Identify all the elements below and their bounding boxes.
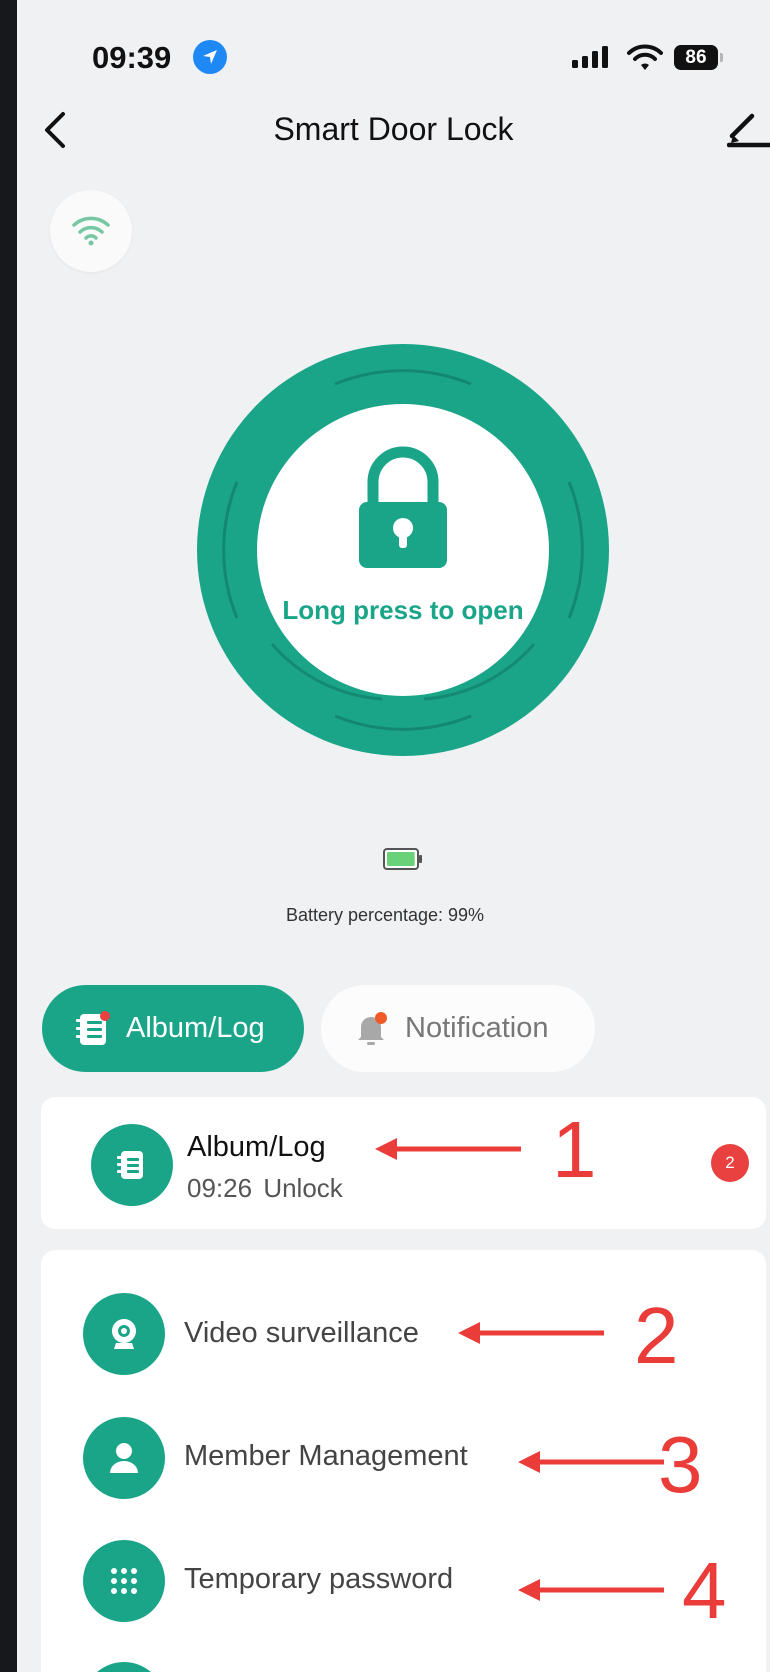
page-title: Smart Door Lock	[273, 111, 514, 147]
tab-album-log[interactable]: Album/Log	[42, 985, 304, 1072]
annotation-number-2: 2	[634, 1291, 679, 1380]
battery-icon	[383, 848, 422, 870]
annotation-arrow-3	[518, 1451, 664, 1473]
log-card-title: Album/Log	[187, 1131, 326, 1163]
wifi-icon	[72, 216, 110, 246]
annotation-number-3: 3	[658, 1420, 703, 1509]
wifi-icon	[627, 44, 663, 70]
menu-item-icon	[83, 1662, 165, 1672]
connection-status[interactable]	[50, 190, 132, 272]
person-icon	[83, 1417, 165, 1499]
keypad-icon	[83, 1540, 165, 1622]
log-list-icon	[76, 1010, 110, 1045]
tab-notification-label: Notification	[405, 1012, 549, 1044]
annotation-number-1: 1	[552, 1105, 597, 1194]
annotation-arrow-4	[518, 1579, 664, 1601]
menu-item-label: Temporary password	[184, 1563, 454, 1595]
unread-count-badge: 2	[711, 1144, 749, 1182]
menu-item-label: Video surveillance	[184, 1317, 419, 1349]
edit-button[interactable]	[727, 108, 770, 152]
menu-item-label: Member Management	[184, 1440, 468, 1472]
bell-icon	[358, 1011, 387, 1045]
log-time: 09:26	[187, 1173, 253, 1203]
location-arrow-icon	[193, 40, 227, 74]
log-card-subtitle: 09:26 Unlock	[187, 1173, 343, 1204]
log-list-icon	[91, 1124, 173, 1206]
lock-label: Long press to open	[282, 595, 524, 625]
battery-percentage-label: Battery percentage: 99%	[285, 905, 485, 925]
unlock-button[interactable]	[197, 344, 609, 756]
tab-album-log-label: Album/Log	[126, 1012, 265, 1044]
status-time: 09:39	[92, 40, 172, 75]
battery-tip	[720, 53, 723, 62]
battery-icon: 86	[674, 45, 718, 70]
webcam-icon	[83, 1293, 165, 1375]
tab-notification[interactable]: Notification	[321, 985, 595, 1072]
annotation-number-4: 4	[682, 1546, 727, 1635]
annotation-arrow-2	[458, 1322, 604, 1344]
log-event: Unlock	[263, 1173, 343, 1203]
album-log-card[interactable]: Album/Log 09:26 Unlock 2	[41, 1097, 766, 1229]
annotation-arrow-1	[375, 1138, 521, 1160]
cellular-signal-icon	[572, 46, 608, 68]
